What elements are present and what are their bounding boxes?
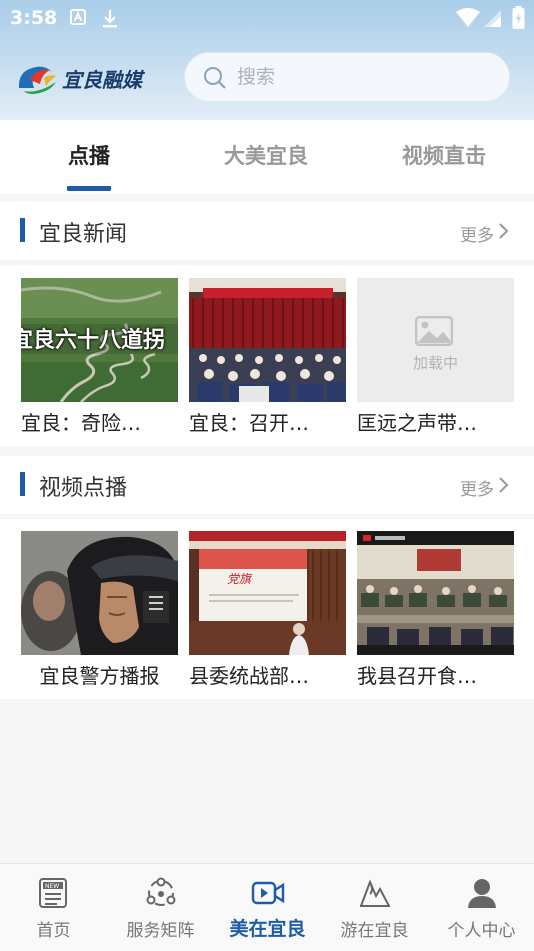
svg-text:NEW: NEW	[45, 883, 59, 890]
image-placeholder-icon	[415, 316, 453, 346]
news-thumbnail[interactable]	[189, 278, 346, 402]
tab-damei-yiliang[interactable]: 大美宜良	[201, 140, 331, 170]
tab-dianbo[interactable]: 点播	[24, 140, 154, 170]
video-card[interactable]: 我县召开食…	[357, 531, 514, 689]
section-accent-bar	[20, 218, 25, 242]
video-thumbnail[interactable]	[21, 531, 178, 655]
wifi-icon	[456, 8, 480, 27]
news-icon: NEW	[39, 878, 67, 908]
svg-text:宜良融媒: 宜良融媒	[62, 68, 146, 92]
battery-icon	[512, 6, 525, 29]
search-bar[interactable]	[184, 52, 510, 102]
signal-icon	[484, 10, 501, 27]
thumbnail-title-overlay: 宜良六十八道拐	[21, 327, 166, 353]
news-card[interactable]: 加载中 匡远之声带…	[357, 278, 514, 436]
news-card[interactable]: 宜良六十八道拐 宜良：奇险…	[21, 278, 178, 436]
section-header-news: 宜良新闻 更多	[0, 202, 534, 260]
nav-youzai-yiliang[interactable]: 游在宜良	[321, 864, 428, 951]
nav-label: 个人中心	[447, 921, 516, 941]
nav-label: 游在宜良	[340, 921, 409, 941]
video-caption[interactable]: 县委统战部…	[189, 660, 346, 689]
active-tab-indicator	[67, 186, 111, 191]
app-logo: 宜良融媒	[18, 66, 146, 94]
news-caption[interactable]: 匡远之声带…	[357, 407, 514, 436]
loading-text: 加载中	[412, 354, 458, 372]
app-header: 3:58 宜良融媒	[0, 0, 534, 120]
tab-shipin-zhiji[interactable]: 视频直击	[379, 140, 509, 170]
status-time: 3:58	[10, 7, 58, 29]
video-thumbnail[interactable]: 党旗	[189, 531, 346, 655]
section-title: 视频点播	[39, 476, 128, 501]
section-body-news: 宜良六十八道拐 宜良：奇险… 宜良：召开… 加载中 匡远之声带…	[0, 266, 534, 446]
network-icon	[146, 877, 176, 906]
user-icon	[468, 879, 496, 908]
more-link[interactable]: 更多	[460, 475, 494, 500]
video-card[interactable]: 党旗 县委统战部…	[189, 531, 346, 689]
news-thumbnail-loading[interactable]: 加载中	[357, 278, 514, 402]
nav-label: 服务矩阵	[126, 921, 195, 941]
video-caption[interactable]: 宜良警方播报	[21, 660, 178, 689]
more-link[interactable]: 更多	[460, 221, 494, 246]
mountain-icon	[360, 879, 390, 907]
news-caption[interactable]: 宜良：召开…	[189, 407, 346, 436]
bottom-nav: NEW 首页 服务矩阵 美在宜良 游在宜良 个人中心	[0, 863, 534, 951]
nav-home[interactable]: NEW 首页	[0, 864, 107, 951]
video-icon	[251, 881, 285, 905]
video-caption[interactable]: 我县召开食…	[357, 660, 514, 689]
nav-label: 美在宜良	[229, 918, 306, 940]
section-title: 宜良新闻	[39, 222, 128, 247]
nav-services[interactable]: 服务矩阵	[107, 864, 214, 951]
news-thumbnail[interactable]: 宜良六十八道拐	[21, 278, 178, 402]
nav-meizai-yiliang[interactable]: 美在宜良	[214, 864, 321, 951]
nav-label: 首页	[36, 921, 71, 941]
video-card[interactable]: 宜良警方播报	[21, 531, 178, 689]
chevron-right-icon[interactable]	[498, 476, 510, 494]
section-body-video: 宜良警方播报 党旗 县委统战部… 我县召开食…	[0, 519, 534, 699]
notification-a-icon	[70, 9, 86, 25]
download-icon	[103, 10, 117, 28]
chevron-right-icon[interactable]	[498, 222, 510, 240]
status-bar: 3:58	[0, 0, 534, 36]
tab-bar: 点播 大美宜良 视频直击	[0, 120, 534, 194]
video-thumbnail[interactable]	[357, 531, 514, 655]
news-card[interactable]: 宜良：召开…	[189, 278, 346, 436]
section-accent-bar	[20, 472, 25, 496]
news-caption[interactable]: 宜良：奇险…	[21, 407, 178, 436]
nav-profile[interactable]: 个人中心	[428, 864, 534, 951]
svg-text:党旗: 党旗	[227, 572, 253, 586]
section-header-video: 视频点播 更多	[0, 456, 534, 514]
search-icon	[204, 67, 226, 89]
search-input[interactable]	[237, 63, 487, 91]
